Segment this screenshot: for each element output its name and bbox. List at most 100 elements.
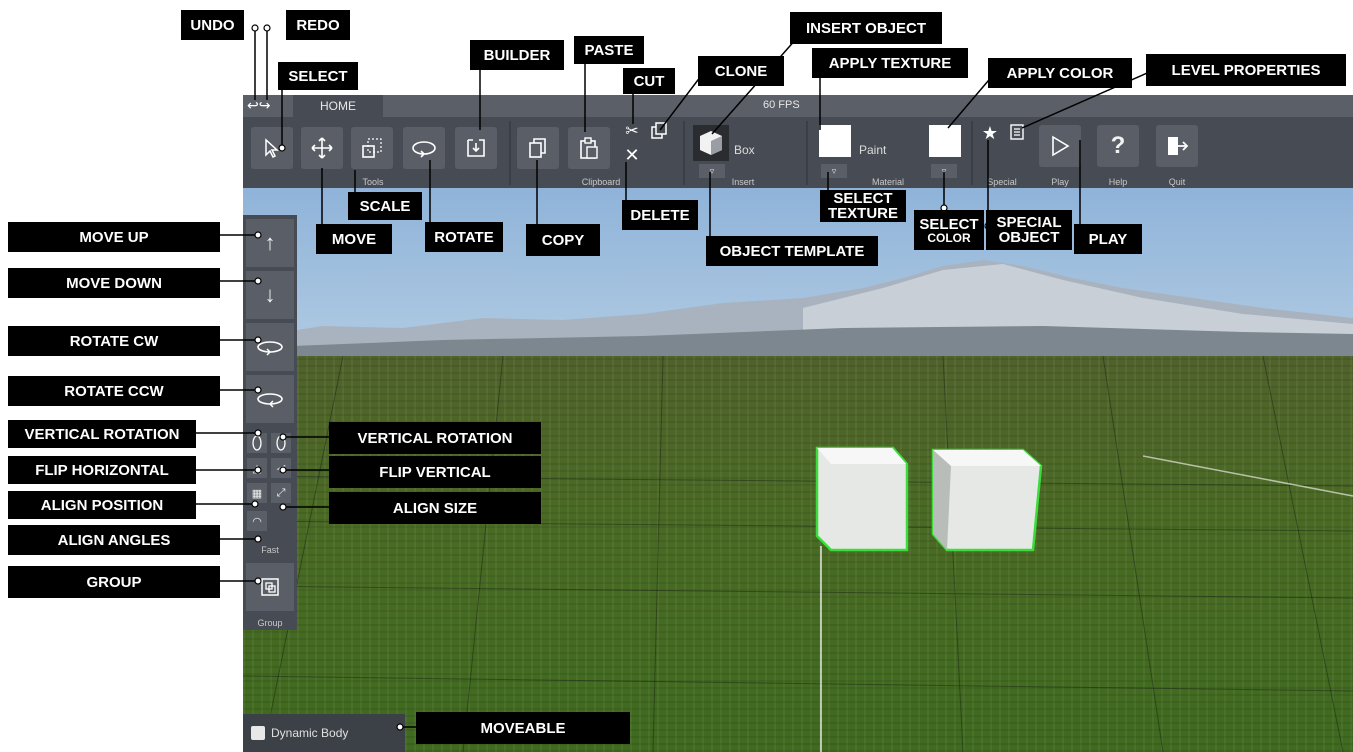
object-template-dropdown[interactable]: ▿ (699, 164, 725, 178)
copy-button[interactable] (517, 127, 559, 169)
fps-counter: 60 FPS (763, 99, 800, 111)
main-toolbar: Tools ✂ ✕ Clipboard Box ▿ Insert Paint ▿… (243, 117, 1353, 188)
vertical-rotation-right-button[interactable] (271, 433, 291, 453)
rotate-cw-button[interactable] (246, 323, 294, 371)
quit-icon (1168, 137, 1189, 155)
checkbox-icon[interactable] (251, 726, 265, 740)
callout-select-color-line2: COLOR (927, 230, 971, 245)
callout-select-color-line1: SELECT (919, 215, 979, 233)
help-button[interactable]: ? (1097, 125, 1139, 167)
select-color-dropdown[interactable]: ▿ (931, 164, 957, 178)
transform-panel: ↑ ↓ ◮ ◁ ▦ ⤢ ◠ Fast Group (243, 215, 297, 630)
align-size-button[interactable]: ⤢ (271, 483, 291, 503)
level-properties-button[interactable] (1009, 123, 1027, 143)
material-group-label: Material (871, 177, 904, 187)
cut-icon: ✂ (625, 123, 639, 140)
callout-rotate: ROTATE (425, 222, 503, 252)
help-group-label: Help (1108, 177, 1128, 187)
clone-button[interactable] (649, 121, 671, 143)
vertical-rotation-icon (276, 435, 286, 451)
color-swatch[interactable] (929, 125, 961, 157)
scale-icon (362, 138, 382, 158)
callout-special-object: SPECIAL OBJECT (986, 210, 1072, 250)
callout-cut: CUT (623, 68, 675, 94)
help-icon: ? (1110, 132, 1126, 159)
undo-icon[interactable]: ↩ (247, 97, 259, 113)
quit-button[interactable] (1156, 125, 1198, 167)
floor-grid (243, 356, 1353, 752)
scale-button[interactable] (351, 127, 393, 169)
material-name-label: Paint (859, 143, 887, 157)
callout-select: SELECT (278, 62, 358, 90)
insert-object-button[interactable] (693, 125, 729, 161)
rotate-icon (412, 141, 436, 158)
rotate-button[interactable] (403, 127, 445, 169)
callout-select-texture-line2: TEXTURE (827, 205, 898, 222)
move-up-button[interactable]: ↑ (246, 219, 294, 267)
selected-box-right[interactable] (929, 446, 1045, 556)
callout-vertical-rotation-left: VERTICAL ROTATION (8, 420, 196, 448)
select-button[interactable] (251, 127, 293, 169)
callout-align-position: ALIGN POSITION (8, 491, 196, 519)
callout-undo: UNDO (181, 10, 244, 40)
group-button[interactable] (246, 563, 294, 611)
callout-play: PLAY (1074, 224, 1142, 254)
clipboard-group-label: Clipboard (581, 177, 621, 187)
callout-apply-texture: APPLY TEXTURE (812, 48, 968, 78)
move-button[interactable] (301, 127, 343, 169)
flip-vertical-icon: ◁ (276, 462, 286, 475)
align-angles-button[interactable]: ◠ (247, 511, 267, 531)
flip-horizontal-button[interactable]: ◮ (247, 458, 267, 478)
callout-redo: REDO (286, 10, 350, 40)
undo-redo-buttons[interactable]: ↩↪ (247, 97, 270, 114)
align-position-button[interactable]: ▦ (247, 483, 267, 503)
tools-group-label: Tools (362, 177, 384, 187)
group-icon (261, 578, 279, 596)
callout-moveable: MOVEABLE (416, 712, 630, 744)
tab-home[interactable]: HOME (293, 95, 383, 117)
move-icon (311, 137, 333, 159)
callout-align-size: ALIGN SIZE (329, 492, 541, 524)
arrow-down-icon: ↓ (264, 282, 276, 307)
play-button[interactable] (1039, 125, 1081, 167)
callout-copy: COPY (526, 224, 600, 256)
callout-object-template: OBJECT TEMPLATE (706, 236, 878, 266)
align-position-icon: ▦ (251, 487, 263, 500)
selected-box-left[interactable] (813, 446, 913, 556)
paste-button[interactable] (568, 127, 610, 169)
callout-level-properties: LEVEL PROPERTIES (1146, 54, 1346, 86)
copy-icon (529, 138, 546, 158)
star-icon: ★ (981, 123, 999, 143)
dynamic-body-toggle[interactable]: Dynamic Body (243, 714, 405, 752)
play-group-label: Play (1051, 177, 1069, 187)
redo-icon[interactable]: ↪ (259, 97, 271, 113)
callout-align-angles: ALIGN ANGLES (8, 525, 220, 555)
rotate-ccw-button[interactable] (246, 375, 294, 423)
align-angles-icon: ◠ (252, 515, 262, 528)
rotate-ccw-icon (257, 393, 283, 408)
vertical-rotation-left-button[interactable] (247, 433, 267, 453)
delete-button[interactable]: ✕ (621, 145, 643, 167)
texture-swatch[interactable] (819, 125, 851, 157)
special-object-button[interactable]: ★ (979, 123, 1001, 145)
callout-special-object-line1: SPECIAL (996, 214, 1062, 231)
move-down-button[interactable]: ↓ (246, 271, 294, 319)
callout-move-down: MOVE DOWN (8, 268, 220, 298)
callout-move: MOVE (316, 224, 392, 254)
mountain-backdrop (243, 260, 1353, 368)
callout-insert-object: INSERT OBJECT (790, 12, 942, 44)
insert-group-label: Insert (731, 177, 755, 187)
callout-move-up: MOVE UP (8, 222, 220, 252)
flip-vertical-button[interactable]: ◁ (271, 458, 291, 478)
play-icon (1052, 135, 1070, 157)
delete-icon: ✕ (624, 145, 640, 165)
rotate-cw-icon (257, 341, 283, 356)
clone-icon (651, 122, 667, 139)
select-texture-dropdown[interactable]: ▿ (821, 164, 847, 178)
align-size-icon: ⤢ (276, 486, 286, 499)
dynamic-body-label: Dynamic Body (271, 726, 349, 740)
builder-button[interactable] (455, 127, 497, 169)
group-label: Group (257, 618, 283, 628)
callout-delete: DELETE (622, 200, 698, 230)
cut-button[interactable]: ✂ (621, 121, 643, 143)
